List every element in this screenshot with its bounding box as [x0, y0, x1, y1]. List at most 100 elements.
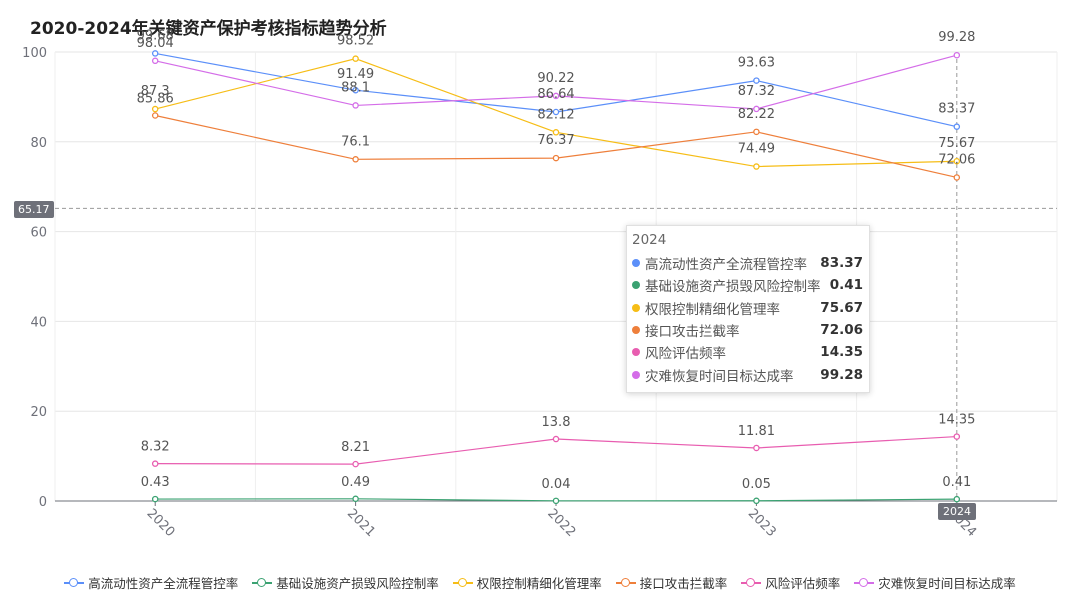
legend-item[interactable]: 权限控制精细化管理率	[452, 573, 602, 592]
tooltip-series-name: 权限控制精细化管理率	[645, 301, 780, 318]
tooltip-row: 灾难恢复时间目标达成率 99.28	[632, 363, 863, 385]
series-marker-icon	[632, 348, 640, 357]
legend-label: 风险评估频率	[765, 576, 841, 591]
data-label: 14.35	[938, 413, 975, 428]
x-tick-label: 2021	[344, 506, 378, 540]
tooltip-series-name: 接口攻击拦截率	[645, 324, 740, 341]
legend-item[interactable]: 风险评估频率	[741, 573, 840, 592]
data-label: 76.37	[537, 133, 574, 148]
crosshair-x-value: 2024	[938, 503, 976, 520]
series-marker-icon	[632, 370, 640, 379]
tooltip-title: 2024	[632, 232, 667, 248]
data-label: 8.32	[141, 440, 170, 455]
y-tick-label: 80	[30, 136, 47, 151]
data-label: 0.49	[341, 475, 370, 490]
data-point[interactable]	[151, 495, 159, 503]
data-point[interactable]	[953, 495, 961, 503]
data-point[interactable]	[151, 460, 159, 467]
data-label: 75.67	[938, 136, 975, 151]
data-point[interactable]	[352, 460, 359, 468]
series-marker-icon	[632, 259, 640, 268]
data-label: 11.81	[738, 424, 775, 439]
data-point[interactable]	[552, 497, 560, 505]
legend-item[interactable]: 高流动性资产全流程管控率	[64, 573, 238, 592]
tooltip-series-name: 风险评估频率	[645, 346, 726, 363]
data-point[interactable]	[151, 105, 159, 113]
data-label: 74.49	[738, 142, 775, 157]
legend-item[interactable]: 基础设施资产损毁风险控制率	[252, 573, 439, 592]
tooltip-row: 高流动性资产全流程管控率 83.37	[632, 252, 863, 274]
data-point[interactable]	[151, 112, 159, 119]
data-point[interactable]	[953, 433, 961, 440]
data-label: 98.52	[337, 34, 374, 49]
y-tick-label: 20	[30, 405, 47, 420]
legend-label: 权限控制精细化管理率	[476, 576, 602, 591]
legend: 高流动性资产全流程管控率 基础设施资产损毁风险控制率 权限控制精细化管理率 接口攻击拦…	[0, 573, 1080, 592]
x-tick-label: 2023	[745, 506, 779, 540]
data-label: 98.04	[137, 36, 174, 51]
legend-label: 接口攻击拦截率	[639, 576, 728, 591]
data-label: 0.41	[942, 475, 971, 490]
tooltip-series-value: 14.35	[820, 344, 863, 361]
tooltip-series-value: 0.41	[829, 277, 863, 294]
data-point[interactable]	[753, 77, 760, 84]
y-tick-label: 40	[30, 315, 47, 330]
tooltip-row: 风险评估频率 14.35	[632, 341, 863, 363]
data-label: 86.64	[537, 87, 574, 102]
data-label: 99.28	[938, 30, 975, 45]
y-tick-label: 60	[30, 226, 47, 241]
data-point[interactable]	[352, 102, 359, 109]
data-point[interactable]	[552, 154, 560, 162]
tooltip-series-name: 基础设施资产损毁风险控制率	[645, 279, 821, 296]
legend-line-icon	[64, 577, 85, 588]
data-point[interactable]	[753, 128, 760, 136]
x-tick-label: 2022	[544, 506, 578, 540]
series-marker-icon	[632, 281, 640, 290]
data-point[interactable]	[753, 163, 760, 170]
data-point[interactable]	[352, 156, 359, 163]
x-tick-label: 2020	[144, 506, 178, 540]
data-point[interactable]	[953, 174, 961, 181]
data-point[interactable]	[753, 497, 760, 505]
legend-item[interactable]: 接口攻击拦截率	[615, 573, 728, 592]
data-point[interactable]	[151, 57, 159, 65]
data-point[interactable]	[151, 50, 159, 57]
legend-item[interactable]: 灾难恢复时间目标达成率	[854, 573, 1016, 592]
y-tick-label: 0	[39, 495, 47, 510]
legend-line-icon	[854, 577, 875, 588]
tooltip-row: 权限控制精细化管理率 75.67	[632, 297, 863, 319]
data-label: 83.37	[938, 102, 975, 117]
data-point[interactable]	[953, 51, 961, 59]
data-label: 72.06	[938, 152, 975, 167]
y-tick-label: 100	[22, 46, 47, 61]
crosshair-y-value: 65.17	[14, 201, 54, 218]
data-label: 82.22	[738, 107, 775, 122]
data-point[interactable]	[352, 55, 359, 62]
tooltip-series-value: 75.67	[820, 299, 863, 316]
data-label: 76.1	[341, 134, 370, 149]
data-point[interactable]	[953, 123, 961, 130]
data-label: 13.8	[542, 415, 571, 430]
tooltip: 2024 高流动性资产全流程管控率 83.37 基础设施资产损毁风险控制率 0.41 权…	[626, 225, 870, 393]
data-point[interactable]	[552, 435, 560, 443]
data-label: 0.05	[742, 477, 771, 492]
data-label: 87.32	[738, 84, 775, 99]
legend-line-icon	[615, 577, 636, 588]
tooltip-row: 基础设施资产损毁风险控制率 0.41	[632, 274, 863, 296]
tooltip-series-name: 灾难恢复时间目标达成率	[645, 368, 794, 385]
data-label: 0.04	[542, 477, 571, 492]
tooltip-series-name: 高流动性资产全流程管控率	[645, 257, 807, 274]
series-marker-icon	[632, 326, 640, 335]
legend-label: 基础设施资产损毁风险控制率	[276, 576, 439, 591]
data-label: 0.43	[141, 475, 170, 490]
series-marker-icon	[632, 303, 640, 312]
tooltip-series-value: 72.06	[820, 322, 863, 339]
legend-line-icon	[452, 577, 473, 588]
data-point[interactable]	[352, 495, 359, 503]
data-point[interactable]	[753, 444, 760, 452]
data-label: 88.1	[341, 80, 370, 95]
data-label: 90.22	[537, 71, 574, 86]
data-label: 93.63	[738, 56, 775, 71]
data-label: 85.86	[137, 91, 174, 106]
tooltip-row: 接口攻击拦截率 72.06	[632, 319, 863, 341]
